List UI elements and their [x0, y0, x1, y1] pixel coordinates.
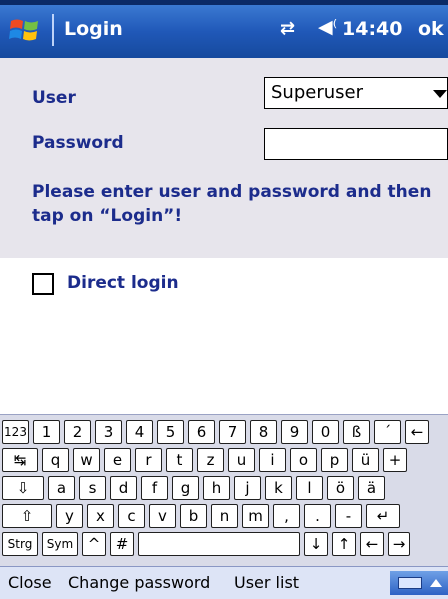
key-1-0[interactable]: ↹: [2, 448, 38, 472]
user-select-value: Superuser: [271, 82, 363, 103]
key-0-3[interactable]: 3: [95, 420, 122, 444]
status-strip: [0, 0, 448, 5]
key-0-0[interactable]: 123: [2, 420, 29, 444]
key-2-3[interactable]: d: [110, 476, 137, 500]
key-4-3[interactable]: #: [110, 532, 134, 556]
user-label: User: [32, 88, 76, 108]
password-label: Password: [32, 133, 124, 153]
key-3-9[interactable]: .: [304, 504, 331, 528]
key-4-8[interactable]: →: [388, 532, 410, 556]
key-1-12[interactable]: +: [383, 448, 407, 472]
key-0-10[interactable]: 0: [312, 420, 339, 444]
key-3-3[interactable]: c: [118, 504, 145, 528]
keyboard-icon[interactable]: [390, 571, 448, 595]
key-1-6[interactable]: z: [197, 448, 224, 472]
key-0-1[interactable]: 1: [33, 420, 60, 444]
key-1-5[interactable]: t: [166, 448, 193, 472]
direct-login-checkbox[interactable]: [32, 273, 54, 295]
key-0-11[interactable]: ß: [343, 420, 370, 444]
sync-icon[interactable]: ⇄: [280, 18, 295, 39]
key-0-7[interactable]: 7: [219, 420, 246, 444]
key-1-1[interactable]: q: [42, 448, 69, 472]
key-4-2[interactable]: ^: [82, 532, 106, 556]
chevron-down-icon[interactable]: [433, 90, 447, 98]
key-3-5[interactable]: b: [180, 504, 207, 528]
key-3-6[interactable]: n: [211, 504, 238, 528]
user-list-menu[interactable]: User list: [234, 573, 299, 592]
instruction-message: Please enter user and password and then …: [32, 182, 432, 226]
key-0-13[interactable]: ←: [405, 420, 429, 444]
key-4-1[interactable]: Sym: [42, 532, 78, 556]
menu-bar: Close Change password User list: [0, 566, 448, 599]
key-3-11[interactable]: ↵: [366, 504, 400, 528]
key-2-2[interactable]: s: [79, 476, 106, 500]
key-2-4[interactable]: f: [141, 476, 168, 500]
key-2-7[interactable]: j: [234, 476, 261, 500]
key-2-1[interactable]: a: [48, 476, 75, 500]
key-3-2[interactable]: x: [87, 504, 114, 528]
clock[interactable]: 14:40: [342, 18, 402, 40]
key-1-4[interactable]: r: [135, 448, 162, 472]
direct-login-label[interactable]: Direct login: [67, 273, 179, 293]
close-menu[interactable]: Close: [8, 573, 52, 592]
key-4-6[interactable]: ↑: [332, 532, 356, 556]
key-0-12[interactable]: ´: [374, 420, 401, 444]
key-3-7[interactable]: m: [242, 504, 269, 528]
key-0-2[interactable]: 2: [64, 420, 91, 444]
key-0-8[interactable]: 8: [250, 420, 277, 444]
key-4-7[interactable]: ←: [360, 532, 384, 556]
key-0-4[interactable]: 4: [126, 420, 153, 444]
key-4-5[interactable]: ↓: [304, 532, 328, 556]
key-2-0[interactable]: ⇩: [2, 476, 44, 500]
key-0-6[interactable]: 6: [188, 420, 215, 444]
key-1-3[interactable]: e: [104, 448, 131, 472]
key-1-2[interactable]: w: [73, 448, 100, 472]
key-0-5[interactable]: 5: [157, 420, 184, 444]
key-1-10[interactable]: p: [321, 448, 348, 472]
windows-start-icon[interactable]: [8, 13, 42, 47]
title-separator: [52, 14, 54, 46]
key-2-5[interactable]: g: [172, 476, 199, 500]
key-2-9[interactable]: l: [296, 476, 323, 500]
key-2-6[interactable]: h: [203, 476, 230, 500]
key-4-0[interactable]: Strg: [2, 532, 38, 556]
keyboard-pad-glyph: [398, 577, 422, 589]
key-1-9[interactable]: o: [290, 448, 317, 472]
key-1-11[interactable]: ü: [352, 448, 379, 472]
key-3-8[interactable]: ,: [273, 504, 300, 528]
space-key[interactable]: [138, 532, 300, 556]
key-2-8[interactable]: k: [265, 476, 292, 500]
key-3-4[interactable]: v: [149, 504, 176, 528]
password-field[interactable]: [264, 128, 448, 160]
soft-keyboard: 123 1 2 3 4 5 6 7 8 9 0 ß ´ ← ↹ q w e r t z u i o p ü + ⇩ a s d f g h j k l ö…: [0, 414, 448, 567]
key-2-11[interactable]: ä: [358, 476, 385, 500]
speaker-icon[interactable]: ◀⁽: [318, 16, 337, 38]
change-password-menu[interactable]: Change password: [68, 573, 210, 592]
key-1-7[interactable]: u: [228, 448, 255, 472]
key-3-10[interactable]: -: [335, 504, 362, 528]
key-2-10[interactable]: ö: [327, 476, 354, 500]
key-0-9[interactable]: 9: [281, 420, 308, 444]
key-1-8[interactable]: i: [259, 448, 286, 472]
ok-button[interactable]: ok: [418, 18, 444, 40]
chevron-up-icon[interactable]: [430, 579, 442, 587]
title-bar: Login ⇄ ◀⁽ 14:40 ok: [0, 0, 448, 58]
key-3-0[interactable]: ⇧: [2, 504, 52, 528]
app-title: Login: [64, 18, 123, 40]
user-select[interactable]: Superuser: [264, 77, 448, 109]
key-3-1[interactable]: y: [56, 504, 83, 528]
